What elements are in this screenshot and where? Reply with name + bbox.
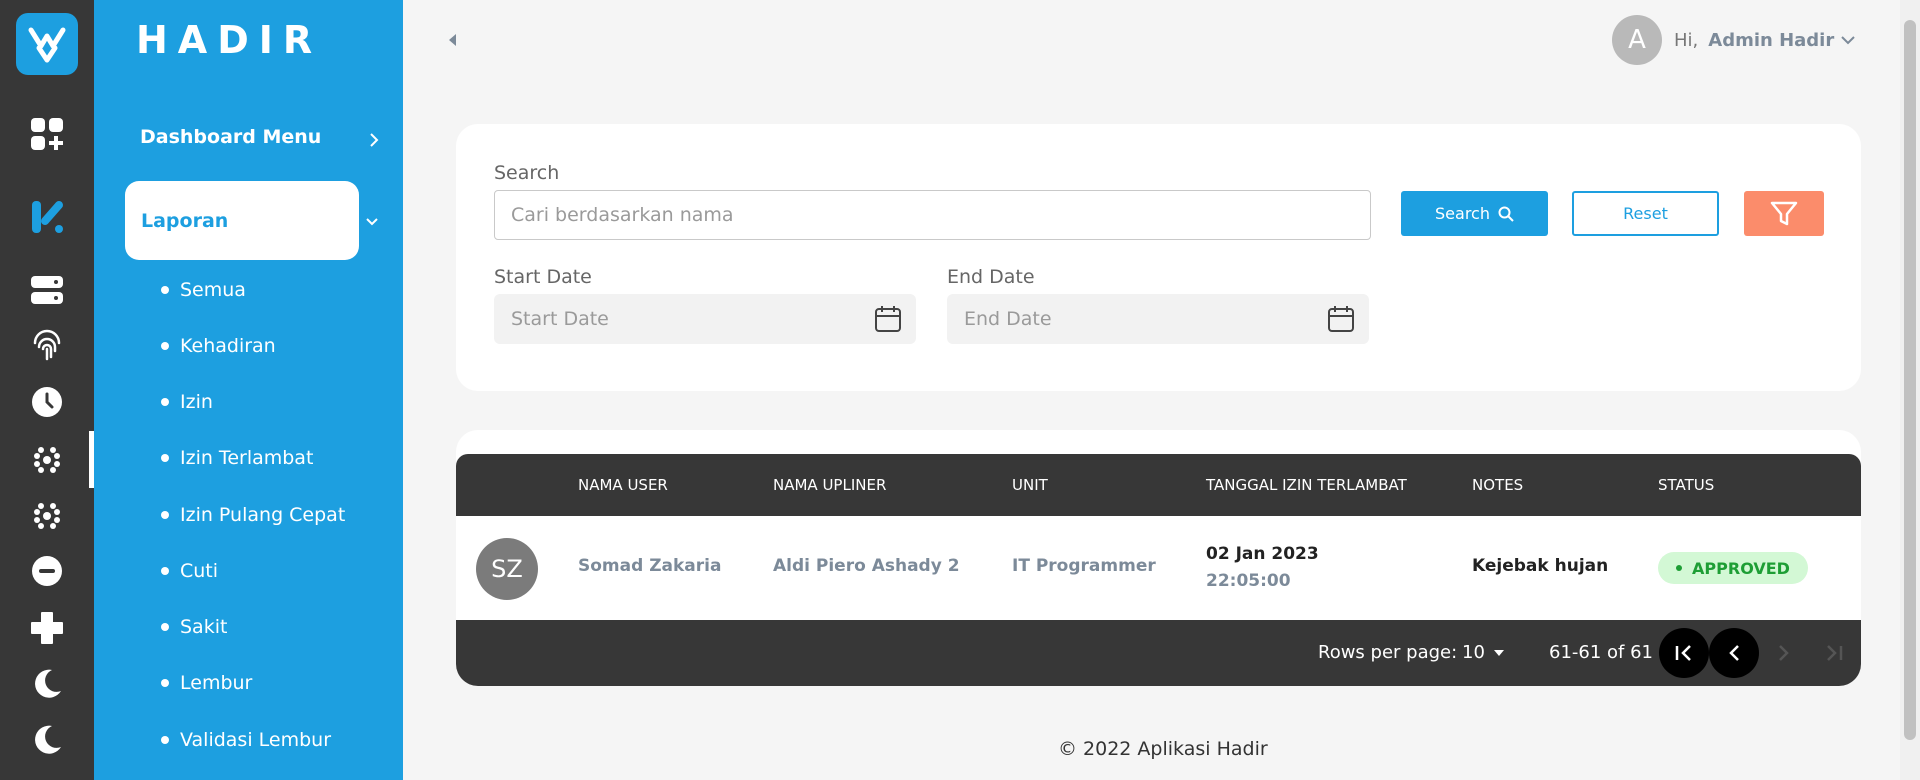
caret-down-icon xyxy=(1493,649,1504,656)
table-row[interactable]: SZ Somad Zakaria Aldi Piero Ashady 2 IT … xyxy=(456,516,1861,620)
moon-icon[interactable] xyxy=(27,720,67,760)
chevron-left-icon xyxy=(1729,645,1739,661)
last-page-icon xyxy=(1827,645,1843,661)
end-date-input[interactable]: End Date xyxy=(947,294,1369,344)
filter-card: Search Search Reset Start Date Start Dat… xyxy=(456,124,1861,391)
table-header: NAMA USER NAMA UPLINER UNIT TANGGAL IZIN… xyxy=(456,454,1861,516)
sidebar-subitem-cuti[interactable]: Cuti xyxy=(161,560,218,582)
network-icon[interactable] xyxy=(27,440,67,480)
icon-rail xyxy=(0,0,94,780)
collapse-sidebar-icon[interactable] xyxy=(446,32,460,48)
fingerprint-icon[interactable] xyxy=(27,325,67,365)
apps-add-icon[interactable] xyxy=(27,114,67,154)
cell-nama-user: Somad Zakaria xyxy=(578,556,722,576)
search-input[interactable] xyxy=(494,190,1371,240)
pagination-range: 61-61 of 61 xyxy=(1549,642,1654,663)
sidebar-subitem-lembur[interactable]: Lembur xyxy=(161,672,252,694)
cell-notes: Kejebak hujan xyxy=(1472,556,1609,576)
start-date-input[interactable]: Start Date xyxy=(494,294,916,344)
avatar: SZ xyxy=(476,538,538,600)
chevron-down-icon xyxy=(366,218,378,226)
sidebar: HADIR Dashboard Menu Laporan Semua Kehad… xyxy=(94,0,403,780)
avatar: A xyxy=(1612,15,1662,65)
footer-copyright: © 2022 Aplikasi Hadir xyxy=(1058,738,1268,760)
sidebar-subitem-semua[interactable]: Semua xyxy=(161,279,246,301)
column-header[interactable]: UNIT xyxy=(1012,454,1048,516)
filter-icon xyxy=(1770,201,1798,225)
previous-page-button[interactable] xyxy=(1709,628,1759,678)
cell-unit: IT Programmer xyxy=(1012,556,1156,576)
last-page-button[interactable] xyxy=(1809,628,1859,678)
sidebar-item-laporan[interactable]: Laporan xyxy=(125,181,359,260)
cell-nama-upliner: Aldi Piero Ashady 2 xyxy=(773,556,960,576)
reset-button[interactable]: Reset xyxy=(1572,191,1719,236)
calendar-icon[interactable] xyxy=(874,305,902,333)
column-header[interactable]: STATUS xyxy=(1658,454,1714,516)
first-page-button[interactable] xyxy=(1659,628,1709,678)
column-header[interactable]: TANGGAL IZIN TERLAMBAT xyxy=(1206,454,1407,516)
sidebar-subitem-izin-pulang-cepat[interactable]: Izin Pulang Cepat xyxy=(161,504,345,526)
chevron-right-icon xyxy=(1779,645,1789,661)
sidebar-subitem-sakit[interactable]: Sakit xyxy=(161,616,227,638)
network-icon[interactable] xyxy=(27,496,67,536)
moon-icon[interactable] xyxy=(27,664,67,704)
greeting: Hi, xyxy=(1674,29,1699,51)
user-name: Admin Hadir xyxy=(1708,29,1835,51)
app-logo[interactable] xyxy=(16,13,78,75)
scrollbar[interactable] xyxy=(1900,0,1920,780)
column-header[interactable]: NAMA UPLINER xyxy=(773,454,886,516)
chevron-down-icon xyxy=(1841,36,1855,45)
rows-per-page-label: Rows per page: xyxy=(1318,642,1458,663)
user-menu[interactable]: A Hi, Admin Hadir xyxy=(1612,15,1856,65)
rows-per-page-select[interactable]: 10 xyxy=(1462,642,1505,663)
search-icon xyxy=(1498,206,1514,222)
cell-tanggal: 02 Jan 2023 xyxy=(1206,544,1319,564)
sidebar-item-dashboard-menu[interactable]: Dashboard Menu xyxy=(140,126,321,148)
sidebar-subitem-validasi-lembur[interactable]: Validasi Lembur xyxy=(161,729,331,751)
leave-icon[interactable] xyxy=(27,197,67,237)
chevron-right-icon xyxy=(370,133,379,147)
calendar-icon[interactable] xyxy=(1327,305,1355,333)
sidebar-item-label: Laporan xyxy=(141,209,229,232)
minus-circle-icon[interactable] xyxy=(27,551,67,591)
start-date-label: Start Date xyxy=(494,266,592,288)
search-button[interactable]: Search xyxy=(1401,191,1548,236)
status-badge: APPROVED xyxy=(1658,552,1808,584)
table-pagination: Rows per page: 10 61-61 of 61 xyxy=(456,620,1861,686)
filter-button[interactable] xyxy=(1744,191,1824,236)
column-header[interactable]: NAMA USER xyxy=(578,454,668,516)
next-page-button[interactable] xyxy=(1759,628,1809,678)
table-card: NAMA USER NAMA UPLINER UNIT TANGGAL IZIN… xyxy=(456,430,1861,686)
end-date-label: End Date xyxy=(947,266,1035,288)
search-label: Search xyxy=(494,162,560,184)
server-icon[interactable] xyxy=(27,270,67,310)
sidebar-subitem-kehadiran[interactable]: Kehadiran xyxy=(161,335,276,357)
first-page-icon xyxy=(1675,645,1691,661)
sidebar-subitem-izin[interactable]: Izin xyxy=(161,391,213,413)
logo-icon xyxy=(28,27,66,63)
cell-jam: 22:05:00 xyxy=(1206,571,1291,591)
clock-icon[interactable] xyxy=(27,382,67,422)
brand-title: HADIR xyxy=(136,18,323,62)
plus-icon[interactable] xyxy=(27,608,67,648)
sidebar-subitem-izin-terlambat[interactable]: Izin Terlambat xyxy=(161,447,313,469)
column-header[interactable]: NOTES xyxy=(1472,454,1523,516)
scrollbar-thumb[interactable] xyxy=(1904,20,1916,740)
